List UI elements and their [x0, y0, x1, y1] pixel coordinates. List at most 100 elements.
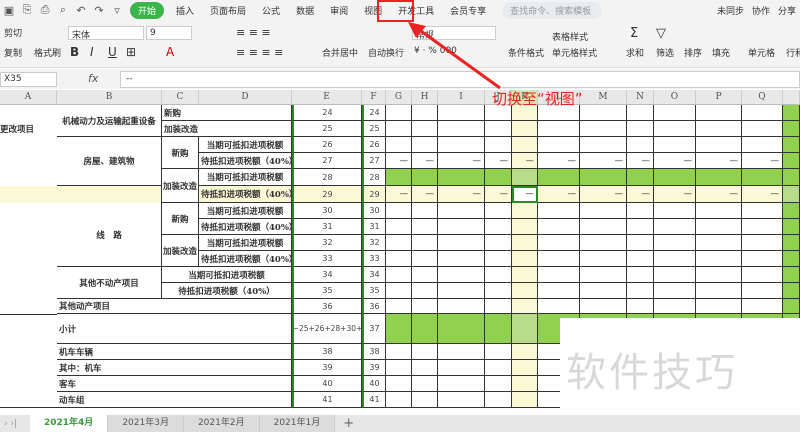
sheet-tab[interactable]: 2021年1月 — [259, 415, 336, 432]
grid-cell[interactable] — [512, 392, 538, 408]
name-box[interactable]: X35 — [0, 72, 57, 87]
dash-cell[interactable]: — — [742, 153, 783, 169]
grid-cell[interactable] — [580, 203, 627, 219]
undo-icon[interactable]: ↶ — [72, 4, 90, 17]
dash-cell[interactable]: — — [654, 186, 696, 203]
grid-cell[interactable] — [412, 376, 438, 392]
grid-cell[interactable] — [386, 376, 412, 392]
grid-cell[interactable] — [742, 251, 783, 267]
fx-icon[interactable]: fx — [88, 72, 98, 85]
grid-cell[interactable] — [654, 283, 696, 299]
grid-cell[interactable] — [580, 105, 627, 121]
column-header[interactable]: B — [57, 90, 162, 105]
row-label[interactable]: 其他动产项目 — [57, 299, 292, 314]
row-label[interactable]: 机械动力及运输起重设备 — [57, 105, 162, 137]
row-label[interactable]: 当期可抵扣进项税额 — [199, 203, 292, 219]
row-code[interactable]: 41 — [362, 392, 386, 408]
grid-cell[interactable] — [438, 267, 485, 283]
grid-cell[interactable] — [512, 376, 538, 392]
grid-cell[interactable] — [485, 235, 512, 251]
row-label[interactable]: 待抵扣进项税额（40%） — [199, 219, 292, 235]
grid-cell[interactable] — [627, 235, 654, 251]
row-code[interactable]: 38 — [292, 344, 362, 360]
grid-cell[interactable] — [438, 235, 485, 251]
row-code[interactable]: 26 — [292, 137, 362, 153]
copy-button[interactable]: 复制 — [4, 46, 22, 59]
grid-cell[interactable] — [438, 203, 485, 219]
cell-a-label[interactable]: 更改项目 — [0, 105, 57, 186]
grid-cell[interactable] — [512, 299, 538, 314]
column-header[interactable]: E — [292, 90, 362, 105]
row-label[interactable]: 待抵扣进项税额（40%） — [162, 283, 292, 299]
grid-cell[interactable] — [386, 219, 412, 235]
grid-cell[interactable] — [412, 169, 438, 186]
column-header[interactable] — [783, 90, 800, 105]
wrap-text-button[interactable]: 自动换行 — [368, 46, 404, 59]
grid-cell[interactable] — [742, 105, 783, 121]
row-label[interactable]: 机车车辆 — [57, 344, 292, 360]
share-button[interactable]: 分享 — [778, 4, 796, 17]
sync-button[interactable]: 未同步 — [717, 4, 744, 17]
tab-home[interactable]: 开始 — [130, 1, 165, 19]
grid-cell[interactable] — [654, 299, 696, 314]
grid-cell[interactable] — [386, 251, 412, 267]
grid-cell[interactable] — [783, 219, 800, 235]
grid-cell[interactable] — [538, 235, 580, 251]
grid-cell[interactable] — [696, 299, 742, 314]
row-label[interactable]: 客车 — [57, 376, 292, 392]
grid-cell[interactable] — [538, 267, 580, 283]
row-label[interactable]: 新购 — [162, 105, 292, 121]
grid-cell[interactable] — [580, 219, 627, 235]
row-label[interactable]: 新购 — [162, 137, 199, 169]
grid-cell[interactable] — [742, 267, 783, 283]
grid-cell[interactable] — [696, 169, 742, 186]
row-code[interactable]: 27 — [362, 153, 386, 169]
row-code[interactable]: 36 — [362, 299, 386, 314]
dash-cell[interactable]: — — [696, 153, 742, 169]
grid-cell[interactable] — [696, 267, 742, 283]
halign-icon[interactable]: ≡ ≡ ≡ ≡ — [236, 46, 283, 59]
grid-cell[interactable] — [412, 360, 438, 376]
row-code[interactable]: 38 — [362, 344, 386, 360]
grid-cell[interactable] — [654, 203, 696, 219]
grid-cell[interactable] — [783, 267, 800, 283]
redo-icon[interactable]: ↷ — [90, 4, 108, 17]
grid-cell[interactable] — [627, 299, 654, 314]
row-label[interactable]: 房屋、建筑物 — [57, 137, 162, 186]
dash-cell[interactable]: — — [412, 186, 438, 203]
grid-cell[interactable] — [485, 376, 512, 392]
grid-cell[interactable] — [512, 219, 538, 235]
grid-cell[interactable] — [627, 203, 654, 219]
grid-cell[interactable] — [742, 203, 783, 219]
dash-cell[interactable]: — — [654, 153, 696, 169]
font-size-select[interactable]: 9 — [146, 26, 192, 40]
row-code[interactable]: 28 — [292, 169, 362, 186]
dash-cell[interactable]: — — [696, 186, 742, 203]
grid-cell[interactable] — [512, 169, 538, 186]
column-header[interactable]: M — [580, 90, 627, 105]
grid-cell[interactable] — [538, 203, 580, 219]
grid-cell[interactable] — [412, 392, 438, 408]
grid-cell[interactable] — [512, 235, 538, 251]
row-code[interactable]: 24 — [292, 105, 362, 121]
dash-cell[interactable]: — — [538, 186, 580, 203]
row-code[interactable]: 37=12+18~25+26+28+30+32+34+36 — [292, 314, 362, 344]
grid-cell[interactable] — [386, 137, 412, 153]
grid-cell[interactable] — [485, 267, 512, 283]
grid-cell[interactable] — [538, 219, 580, 235]
row-label[interactable]: 加装改造 — [162, 235, 199, 267]
rowcol-button[interactable]: 行和 — [786, 46, 800, 59]
grid-cell[interactable] — [386, 344, 412, 360]
tab-review[interactable]: 审阅 — [322, 4, 356, 17]
grid-cell[interactable] — [386, 203, 412, 219]
grid-cell[interactable] — [485, 360, 512, 376]
grid-cell[interactable] — [654, 219, 696, 235]
grid-cell[interactable] — [783, 105, 800, 121]
row-label[interactable]: 动车组 — [57, 392, 292, 408]
grid-cell[interactable] — [438, 376, 485, 392]
command-search[interactable]: 查找命令、搜索模板 — [502, 1, 603, 19]
grid-cell[interactable] — [386, 283, 412, 299]
row-code[interactable]: 35 — [362, 283, 386, 299]
grid-cell[interactable] — [485, 203, 512, 219]
grid-cell[interactable] — [438, 121, 485, 137]
